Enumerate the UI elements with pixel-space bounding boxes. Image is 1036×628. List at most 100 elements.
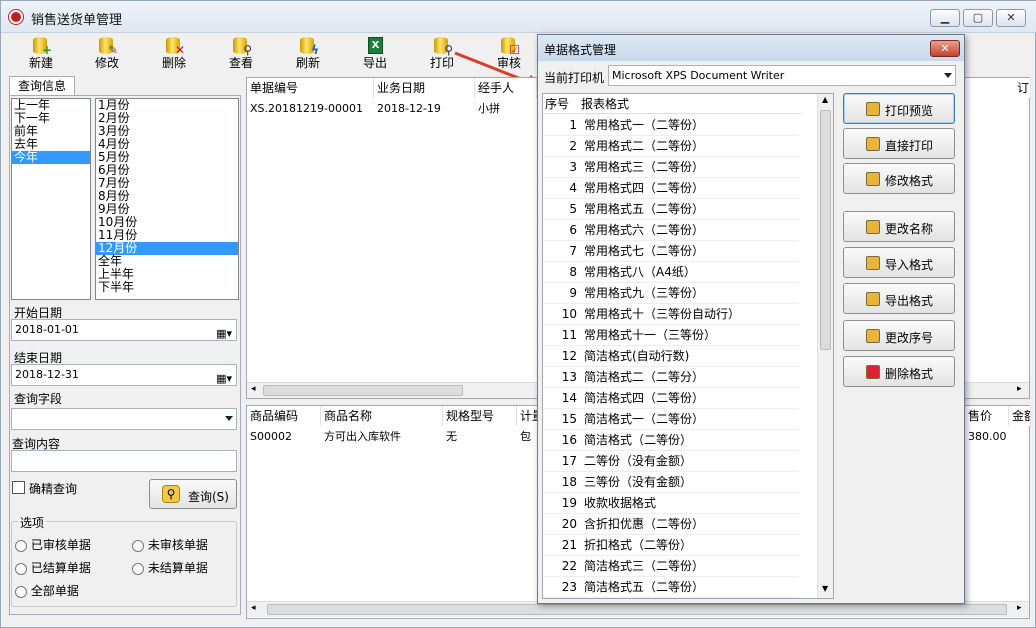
export-button[interactable]: X 导出 bbox=[348, 33, 402, 73]
maximize-button[interactable]: ▢ bbox=[963, 9, 993, 27]
query-button[interactable]: ⚲ 查询(S) bbox=[149, 479, 237, 509]
exact-query-checkbox[interactable] bbox=[12, 481, 25, 494]
format-name: 简洁格式一（二等份） bbox=[584, 412, 705, 426]
col-amount[interactable]: 金额 bbox=[1009, 406, 1031, 426]
format-row[interactable]: 10 常用格式十（三等份自动行） bbox=[543, 304, 799, 325]
minimize-button[interactable]: ▁ bbox=[930, 9, 960, 27]
table-cell[interactable]: S00002 bbox=[247, 427, 321, 447]
format-name: 常用格式十（三等份自动行） bbox=[584, 307, 741, 321]
format-seq: 8 bbox=[569, 265, 577, 279]
option-unapproved[interactable]: 未审核单据 bbox=[132, 536, 208, 553]
delete-format-button[interactable]: 删除格式 bbox=[843, 356, 955, 387]
col-item-code[interactable]: 商品编码 bbox=[247, 406, 321, 426]
printer-select[interactable]: Microsoft XPS Document Writer bbox=[608, 65, 956, 86]
month-item[interactable]: 下半年 bbox=[96, 281, 238, 294]
col-more[interactable]: 订 bbox=[1014, 78, 1031, 98]
query-field-select[interactable] bbox=[11, 408, 237, 430]
end-date-field[interactable]: 2018-12-31 ▦▾ bbox=[11, 364, 237, 386]
col-item-name[interactable]: 商品名称 bbox=[321, 406, 443, 426]
format-row[interactable]: 22 简洁格式三（二等份） bbox=[543, 556, 799, 577]
col-doc-no[interactable]: 单据编号 bbox=[247, 78, 374, 98]
option-settled[interactable]: 已结算单据 bbox=[15, 559, 91, 576]
format-row[interactable]: 14 简洁格式四（二等份） bbox=[543, 388, 799, 409]
format-row[interactable]: 16 简洁格式（二等份） bbox=[543, 430, 799, 451]
start-date-field[interactable]: 2018-01-01 ▦▾ bbox=[11, 319, 237, 341]
col-price[interactable]: 售价 bbox=[965, 406, 1009, 426]
rename-icon bbox=[866, 220, 880, 234]
format-seq: 1 bbox=[569, 118, 577, 132]
db-delete-icon: ✕ bbox=[163, 34, 185, 56]
print-preview-button[interactable]: 打印预览 bbox=[843, 93, 955, 124]
format-name: 收款收据格式 bbox=[584, 496, 657, 510]
dialog-close-button[interactable]: ✕ bbox=[930, 40, 960, 57]
refresh-button[interactable]: ϟ 刷新 bbox=[281, 33, 335, 73]
table-cell[interactable]: 无 bbox=[443, 427, 517, 447]
main-window: 销售送货单管理 ▁ ▢ ✕ + 新建 ✎ 修改 ✕ 删除 ⚲ 查看 ϟ 刷新 X… bbox=[0, 0, 1036, 628]
format-row[interactable]: 3 常用格式三（二等份） bbox=[543, 157, 799, 178]
edit-button[interactable]: ✎ 修改 bbox=[80, 33, 134, 73]
option-approved[interactable]: 已审核单据 bbox=[15, 536, 91, 553]
col-spec[interactable]: 规格型号 bbox=[443, 406, 517, 426]
format-row[interactable]: 17 二等份（没有金额） bbox=[543, 451, 799, 472]
option-all[interactable]: 全部单据 bbox=[15, 582, 79, 599]
format-row[interactable]: 23 简洁格式五（二等份） bbox=[543, 577, 799, 598]
format-seq: 11 bbox=[561, 328, 577, 342]
format-row[interactable]: 7 常用格式七（二等份） bbox=[543, 241, 799, 262]
format-seq: 14 bbox=[561, 391, 577, 405]
new-button[interactable]: + 新建 bbox=[14, 33, 68, 73]
col-biz-date[interactable]: 业务日期 bbox=[374, 78, 475, 98]
query-content-input[interactable] bbox=[11, 450, 237, 472]
format-row[interactable]: 12 简洁格式(自动行数) bbox=[543, 346, 799, 367]
format-row[interactable]: 19 收款收据格式 bbox=[543, 493, 799, 514]
format-row[interactable]: 5 常用格式五（二等份） bbox=[543, 199, 799, 220]
query-field-label: 查询字段 bbox=[14, 392, 63, 406]
format-row[interactable]: 9 常用格式九（三等份） bbox=[543, 283, 799, 304]
format-name: 简洁格式(自动行数) bbox=[584, 349, 690, 363]
format-row[interactable]: 4 常用格式四（二等份） bbox=[543, 178, 799, 199]
rename-button[interactable]: 更改名称 bbox=[843, 211, 955, 242]
preview-icon bbox=[866, 102, 880, 116]
format-row[interactable]: 2 常用格式二（二等份） bbox=[543, 136, 799, 157]
format-seq: 21 bbox=[561, 538, 577, 552]
format-seq: 23 bbox=[561, 580, 577, 594]
format-row[interactable]: 20 含折扣优惠（二等份） bbox=[543, 514, 799, 535]
year-item[interactable]: 今年 bbox=[12, 151, 90, 164]
calendar-icon[interactable]: ▦▾ bbox=[216, 369, 232, 389]
view-button[interactable]: ⚲ 查看 bbox=[214, 33, 268, 73]
table-cell[interactable]: 2018-12-19 bbox=[374, 99, 475, 119]
format-row[interactable]: 8 常用格式八（A4纸） bbox=[543, 262, 799, 283]
format-seq: 9 bbox=[569, 286, 577, 300]
format-row[interactable]: 1 常用格式一（二等份） bbox=[543, 115, 799, 136]
format-row[interactable]: 18 三等份（没有金额） bbox=[543, 472, 799, 493]
year-list[interactable]: 上一年 下一年 前年 去年 今年 bbox=[11, 98, 91, 300]
edit-format-button[interactable]: 修改格式 bbox=[843, 163, 955, 194]
format-row[interactable]: 11 常用格式十一（三等份） bbox=[543, 325, 799, 346]
month-list[interactable]: 1月份 2月份 3月份 4月份 5月份 6月份 7月份 8月份 9月份 10月份 11月份 12月份全… bbox=[95, 98, 239, 300]
vertical-scrollbar[interactable]: ▲ ▼ bbox=[817, 94, 833, 598]
table-cell[interactable]: 380.00 bbox=[965, 427, 1009, 447]
import-format-button[interactable]: 导入格式 bbox=[843, 247, 955, 278]
format-name: 简洁格式四（二等份） bbox=[584, 391, 705, 405]
close-button[interactable]: ✕ bbox=[996, 9, 1026, 27]
db-refresh-icon: ϟ bbox=[297, 34, 319, 56]
change-order-button[interactable]: 更改序号 bbox=[843, 320, 955, 351]
format-row[interactable]: 13 简洁格式二（二等分） bbox=[543, 367, 799, 388]
option-unsettled[interactable]: 未结算单据 bbox=[132, 559, 208, 576]
calendar-icon[interactable]: ▦▾ bbox=[216, 324, 232, 344]
format-row[interactable]: 6 常用格式六（二等份） bbox=[543, 220, 799, 241]
col-seq[interactable]: 序号 bbox=[545, 94, 569, 114]
delete-button[interactable]: ✕ 删除 bbox=[147, 33, 201, 73]
direct-print-button[interactable]: 直接打印 bbox=[843, 128, 955, 159]
col-handler[interactable]: 经手人 bbox=[475, 78, 537, 98]
format-row[interactable]: 15 简洁格式一（二等份） bbox=[543, 409, 799, 430]
table-cell[interactable]: 小拼 bbox=[475, 99, 537, 119]
tab-query-info[interactable]: 查询信息 bbox=[9, 76, 75, 96]
col-format-name[interactable]: 报表格式 bbox=[581, 94, 629, 114]
exact-query-label: 确精查询 bbox=[29, 482, 78, 496]
format-row[interactable]: 21 折扣格式（二等份） bbox=[543, 535, 799, 556]
table-cell[interactable]: 方可出入库软件 bbox=[321, 427, 443, 447]
table-cell[interactable]: XS.20181219-00001 bbox=[247, 99, 374, 119]
export-format-button[interactable]: 导出格式 bbox=[843, 283, 955, 314]
db-add-icon: + bbox=[30, 34, 52, 56]
reorder-icon bbox=[866, 329, 880, 343]
